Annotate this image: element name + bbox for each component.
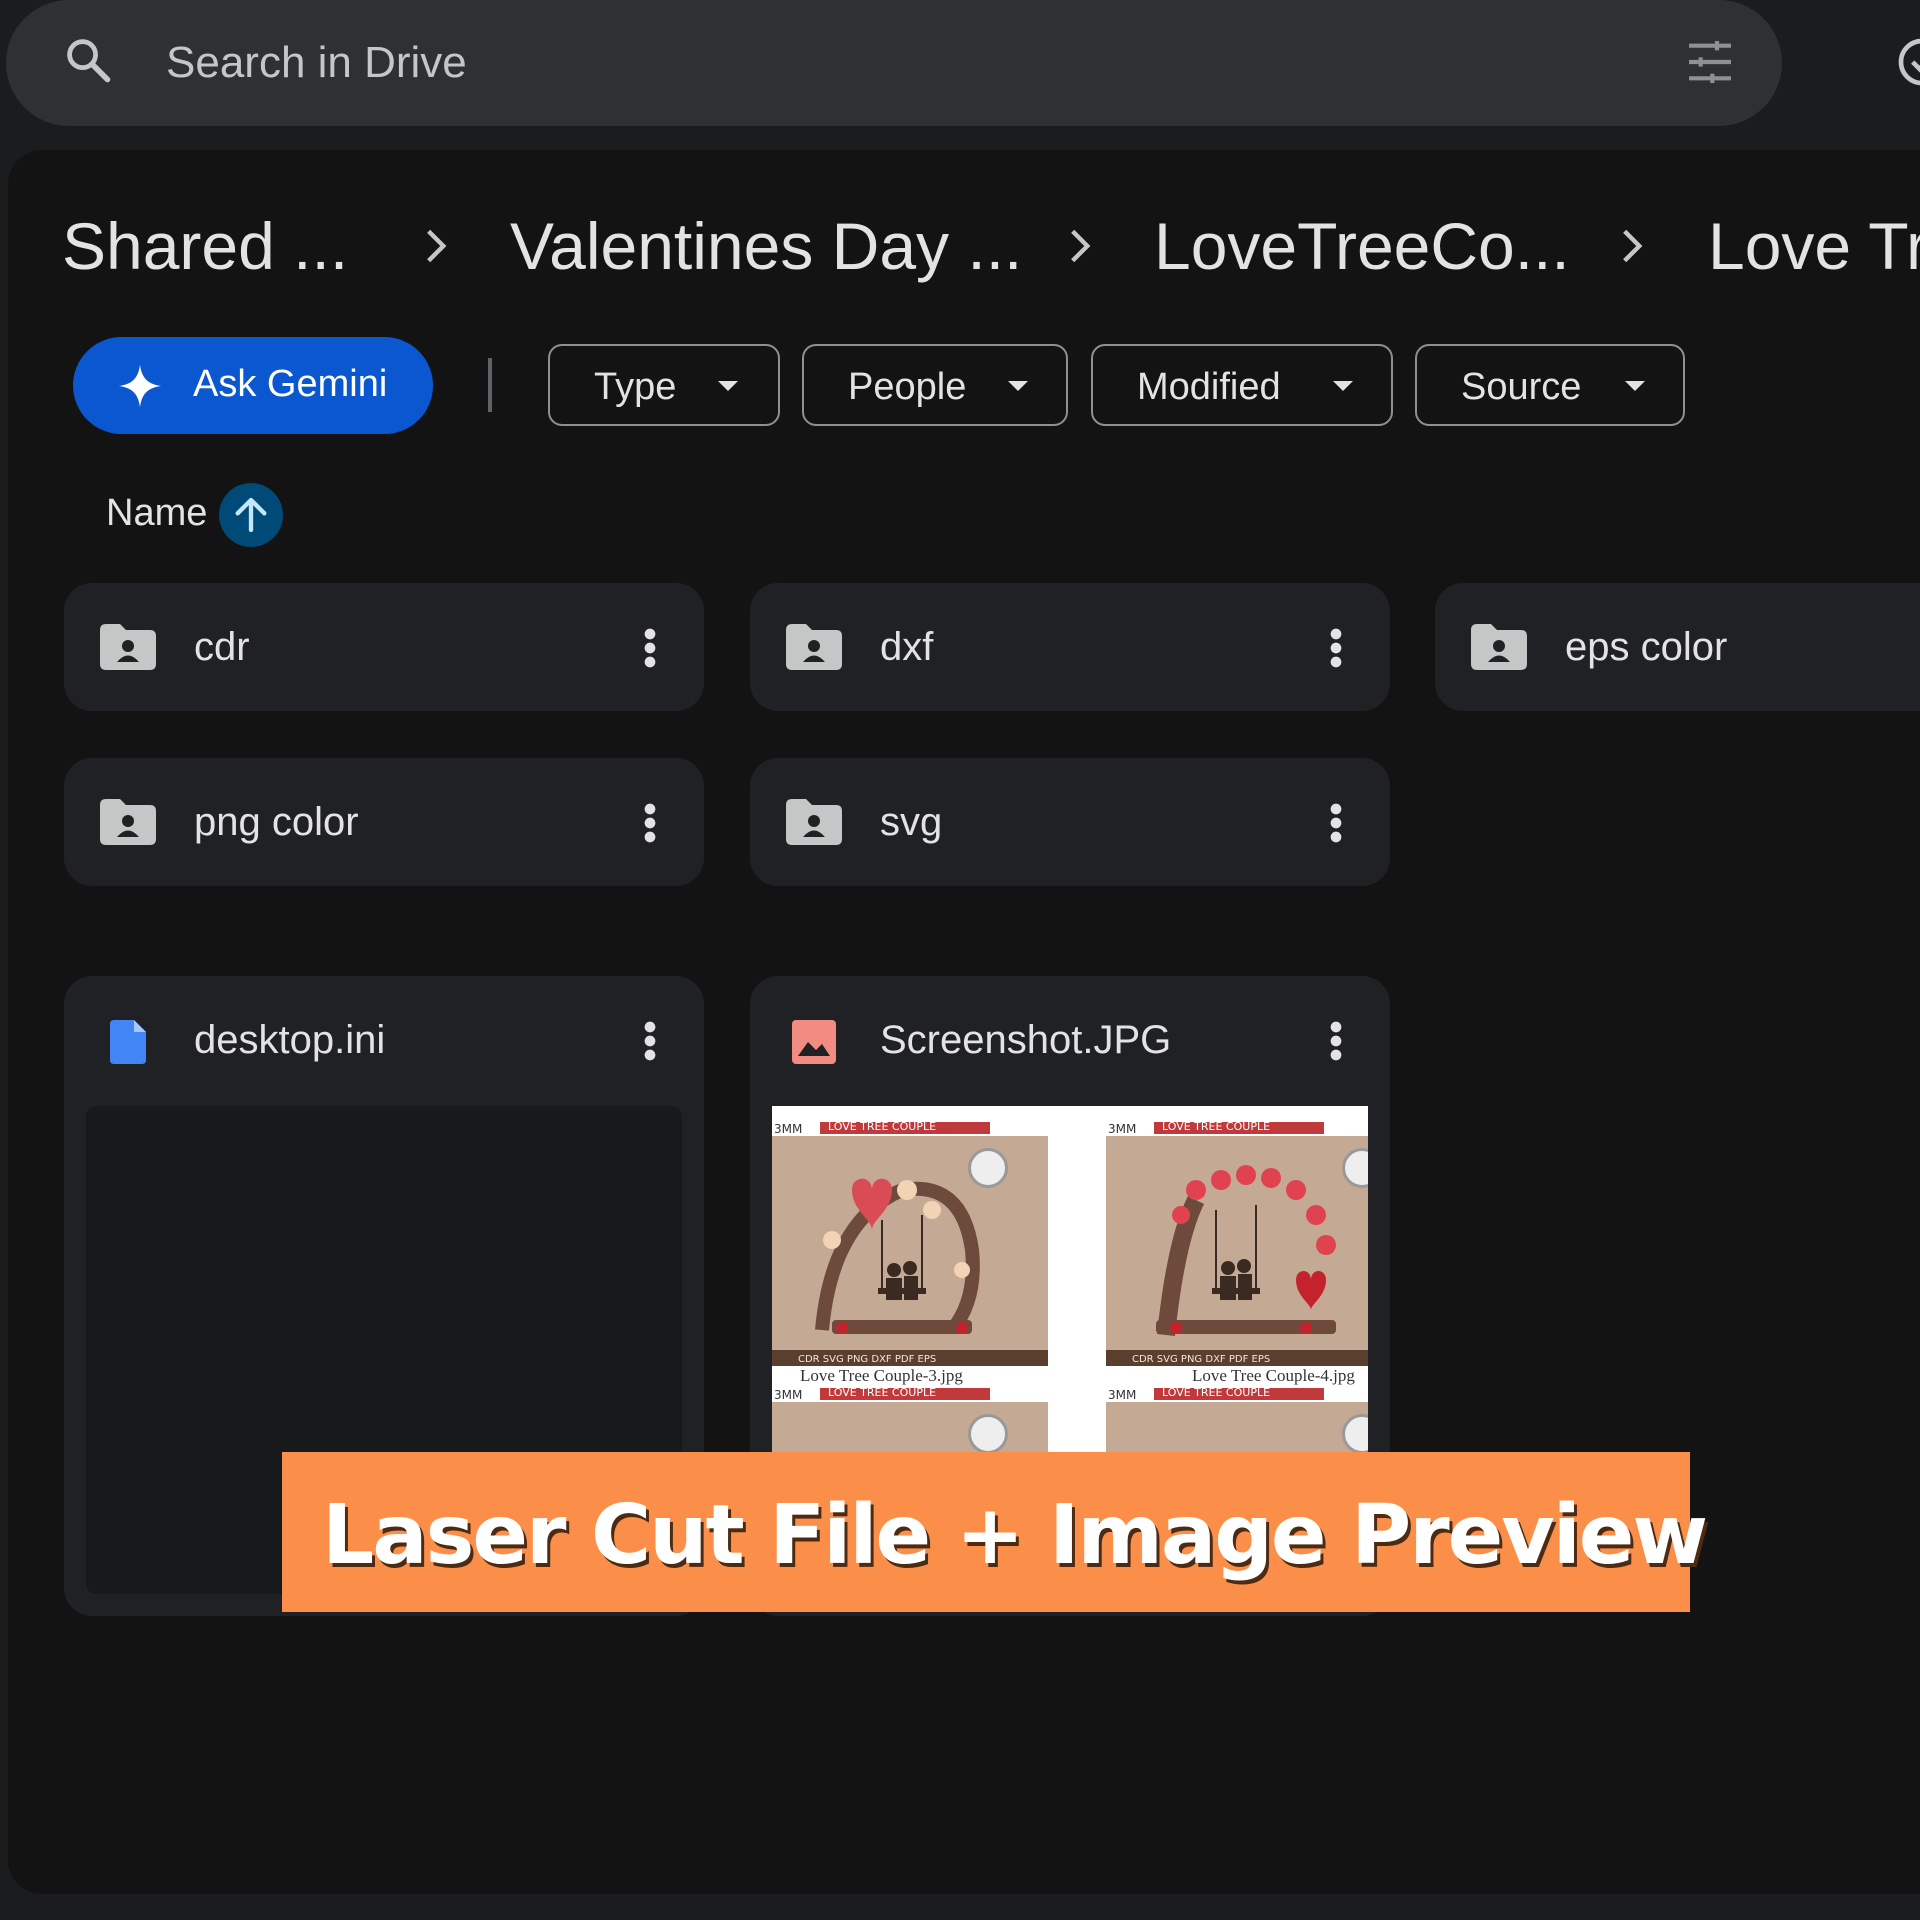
more-vert-icon[interactable]: [643, 802, 657, 844]
thickness-label: 3MM: [774, 1388, 803, 1402]
folder-card-eps-color[interactable]: eps color: [1435, 583, 1920, 711]
breadcrumb-item-shared[interactable]: Shared ...: [62, 206, 348, 286]
dropdown-arrow-icon: [718, 381, 738, 391]
chevron-right-icon: [1623, 229, 1643, 263]
image-icon: [792, 1020, 836, 1064]
breadcrumb-item-valentines[interactable]: Valentines Day ...: [510, 206, 1022, 286]
preview-caption: Love Tree Couple-4.jpg: [1192, 1366, 1355, 1385]
product-image-1: LOVE TREE COUPLE 3MM CDR SVG PNG DXF PDF…: [772, 1120, 1048, 1366]
promo-banner-text: Laser Cut File + Image Preview: [322, 1488, 1708, 1583]
status-icon[interactable]: [1894, 34, 1920, 90]
dropdown-arrow-icon: [1625, 381, 1645, 391]
more-vert-icon[interactable]: [643, 627, 657, 669]
search-icon[interactable]: [62, 34, 114, 86]
filter-type-chip[interactable]: Type: [548, 344, 780, 426]
shared-folder-icon: [100, 624, 156, 670]
gemini-sparkle-icon: [118, 364, 162, 408]
shared-folder-icon: [1471, 624, 1527, 670]
folder-name: eps color: [1565, 625, 1728, 669]
dropdown-arrow-icon: [1333, 381, 1353, 391]
sort-name-label[interactable]: Name: [106, 492, 207, 535]
filter-source-chip[interactable]: Source: [1415, 344, 1685, 426]
product-image-2: LOVE TREE COUPLE 3MM CDR SVG PNG DXF PDF…: [1106, 1120, 1368, 1366]
sort-direction-button[interactable]: [219, 483, 283, 547]
breadcrumb-item-lovetreeco[interactable]: LoveTreeCo...: [1154, 206, 1570, 286]
search-bar[interactable]: Search in Drive: [6, 0, 1782, 126]
love-tree-hearts-art: [1156, 1165, 1336, 1336]
more-vert-icon[interactable]: [1329, 1020, 1343, 1062]
ask-gemini-button[interactable]: Ask Gemini: [73, 337, 433, 434]
doc-icon: [110, 1020, 146, 1064]
thickness-label: 3MM: [774, 1122, 803, 1136]
thickness-label: 3MM: [1108, 1122, 1137, 1136]
folder-name: svg: [880, 800, 943, 844]
folder-card-dxf[interactable]: dxf: [750, 583, 1390, 711]
preview-caption: Love Tree Couple-3.jpg: [800, 1366, 963, 1385]
filter-modified-chip[interactable]: Modified: [1091, 344, 1393, 426]
folder-card-svg[interactable]: svg: [750, 758, 1390, 886]
search-input[interactable]: Search in Drive: [166, 38, 467, 88]
product-title: LOVE TREE COUPLE: [828, 1120, 937, 1133]
dropdown-arrow-icon: [1008, 381, 1028, 391]
folder-card-cdr[interactable]: cdr: [64, 583, 704, 711]
shared-folder-icon: [786, 799, 842, 845]
filter-people-label: People: [848, 366, 967, 408]
more-vert-icon[interactable]: [1329, 802, 1343, 844]
product-title: LOVE TREE COUPLE: [1162, 1120, 1271, 1133]
folder-name: cdr: [194, 625, 250, 669]
folder-name: dxf: [880, 625, 934, 669]
love-tree-swing-art: [815, 1178, 980, 1335]
shared-folder-icon: [786, 624, 842, 670]
promo-banner: Laser Cut File + Image Preview: [282, 1452, 1708, 1612]
chevron-right-icon: [427, 229, 447, 263]
product-title: LOVE TREE COUPLE: [1162, 1386, 1271, 1399]
product-title: LOVE TREE COUPLE: [828, 1386, 937, 1399]
filter-type-label: Type: [594, 366, 677, 408]
more-vert-icon[interactable]: [643, 1020, 657, 1062]
badge-seal: [968, 1414, 1008, 1454]
breadcrumb-item-current: Love Tre: [1708, 209, 1920, 283]
formats-label: CDR SVG PNG DXF PDF EPS: [1132, 1354, 1271, 1365]
filter-modified-label: Modified: [1137, 366, 1281, 408]
chevron-right-icon: [1071, 229, 1091, 263]
folder-card-png-color[interactable]: png color: [64, 758, 704, 886]
formats-label: CDR SVG PNG DXF PDF EPS: [798, 1354, 937, 1365]
more-vert-icon[interactable]: [1329, 627, 1343, 669]
thickness-label: 3MM: [1108, 1388, 1137, 1402]
file-name: Screenshot.JPG: [880, 1018, 1172, 1062]
folder-name: png color: [194, 800, 359, 844]
toolbar-divider: [488, 358, 492, 412]
arrow-up-icon: [235, 497, 267, 533]
file-name: desktop.ini: [194, 1018, 386, 1062]
ask-gemini-label: Ask Gemini: [193, 363, 388, 405]
badge-seal: [1342, 1414, 1368, 1454]
filter-people-chip[interactable]: People: [802, 344, 1068, 426]
shared-folder-icon: [100, 799, 156, 845]
filter-source-label: Source: [1461, 366, 1582, 408]
search-options-icon[interactable]: [1682, 34, 1738, 90]
